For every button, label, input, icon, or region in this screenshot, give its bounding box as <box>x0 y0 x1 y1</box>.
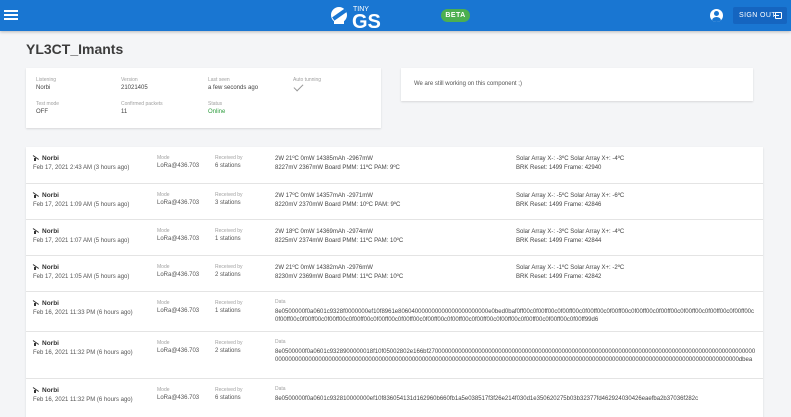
satellite-icon <box>33 192 40 198</box>
telemetry-line-4: BRK Reset: 1499 Frame: 42846 <box>516 202 602 208</box>
satellite-icon <box>33 387 40 393</box>
telemetry-line-2: 8225mV 2374mW Board PMM: 11ºC PAM: 10ºC <box>275 238 404 244</box>
account-icon[interactable] <box>710 9 723 22</box>
satellite-icon <box>33 300 40 306</box>
station-info-card: Listening Norbi Version 21021405 Last seen… <box>26 68 381 128</box>
packet-row[interactable]: Norbi Feb 16, 2021 11:32 PM (6 hours ago)… <box>26 379 763 417</box>
wip-card: We are still working on this component ;… <box>401 68 753 101</box>
telemetry-line-4: BRK Reset: 1499 Frame: 42844 <box>516 238 602 244</box>
packet-list: Norbi Feb 17, 2021 2:43 AM (3 hours ago) … <box>26 147 763 417</box>
telemetry-line-4: BRK Reset: 1499 Frame: 42842 <box>516 274 602 280</box>
telemetry-line-4: BRK Reset: 1499 Frame: 42940 <box>516 165 602 171</box>
packet-data: Data 8e0500000f0a0601c9328f0000000ef10f89… <box>275 299 755 323</box>
field-version: Version 21021405 <box>121 77 148 91</box>
field-test-mode: Test mode OFF <box>36 101 60 115</box>
telemetry-line-2: 8230mV 2369mW Board PMM: 11ºC PAM: 10ºC <box>275 274 404 280</box>
packet-row[interactable]: Norbi Feb 16, 2021 11:32 PM (6 hours ago)… <box>26 332 763 379</box>
telemetry-line-2: 8227mV 2367mW Board PMM: 11ºC PAM: 9ºC <box>275 165 400 171</box>
telemetry-line-2: 8220mV 2370mW Board PMM: 10ºC PAM: 9ºC <box>275 202 401 208</box>
menu-icon[interactable] <box>4 8 18 22</box>
top-app-bar: TINY GS BETA SIGN OUT <box>0 0 791 31</box>
satellite-icon <box>33 264 40 270</box>
station-name: YL3CT_Imants <box>26 41 124 57</box>
field-listening: Listening Norbi <box>36 77 57 91</box>
packet-row[interactable]: Norbi Feb 17, 2021 1:07 AM (5 hours ago) … <box>26 220 763 256</box>
packet-row[interactable]: Norbi Feb 17, 2021 2:43 AM (3 hours ago) … <box>26 147 763 184</box>
field-status: Status Online <box>208 101 226 115</box>
svg-text:GS: GS <box>352 11 381 30</box>
wip-message: We are still working on this component ;… <box>414 81 522 87</box>
packet-row[interactable]: Norbi Feb 17, 2021 1:05 AM (5 hours ago) … <box>26 256 763 292</box>
tinygs-logo[interactable]: TINY GS <box>328 1 428 30</box>
beta-badge: BETA <box>441 9 470 22</box>
packet-data: Data 8e0500000f0a0601c9328900000018f10f05… <box>275 339 756 363</box>
packet-row[interactable]: Norbi Feb 16, 2021 11:33 PM (6 hours ago)… <box>26 292 763 332</box>
satellite-icon <box>33 155 40 161</box>
packet-data: Data 8e0500000f0a0601c932810000000ef10f83… <box>275 386 699 402</box>
field-confirmed-packets: Confirmed packets 11 <box>121 101 163 115</box>
sign-out-icon <box>774 12 782 19</box>
satellite-icon <box>33 228 40 234</box>
sign-out-button[interactable]: SIGN OUT <box>733 7 787 24</box>
satellite-icon <box>33 340 40 346</box>
packet-row[interactable]: Norbi Feb 17, 2021 1:09 AM (5 hours ago) … <box>26 184 763 220</box>
field-last-seen: Last seen a few seconds ago <box>208 77 259 91</box>
